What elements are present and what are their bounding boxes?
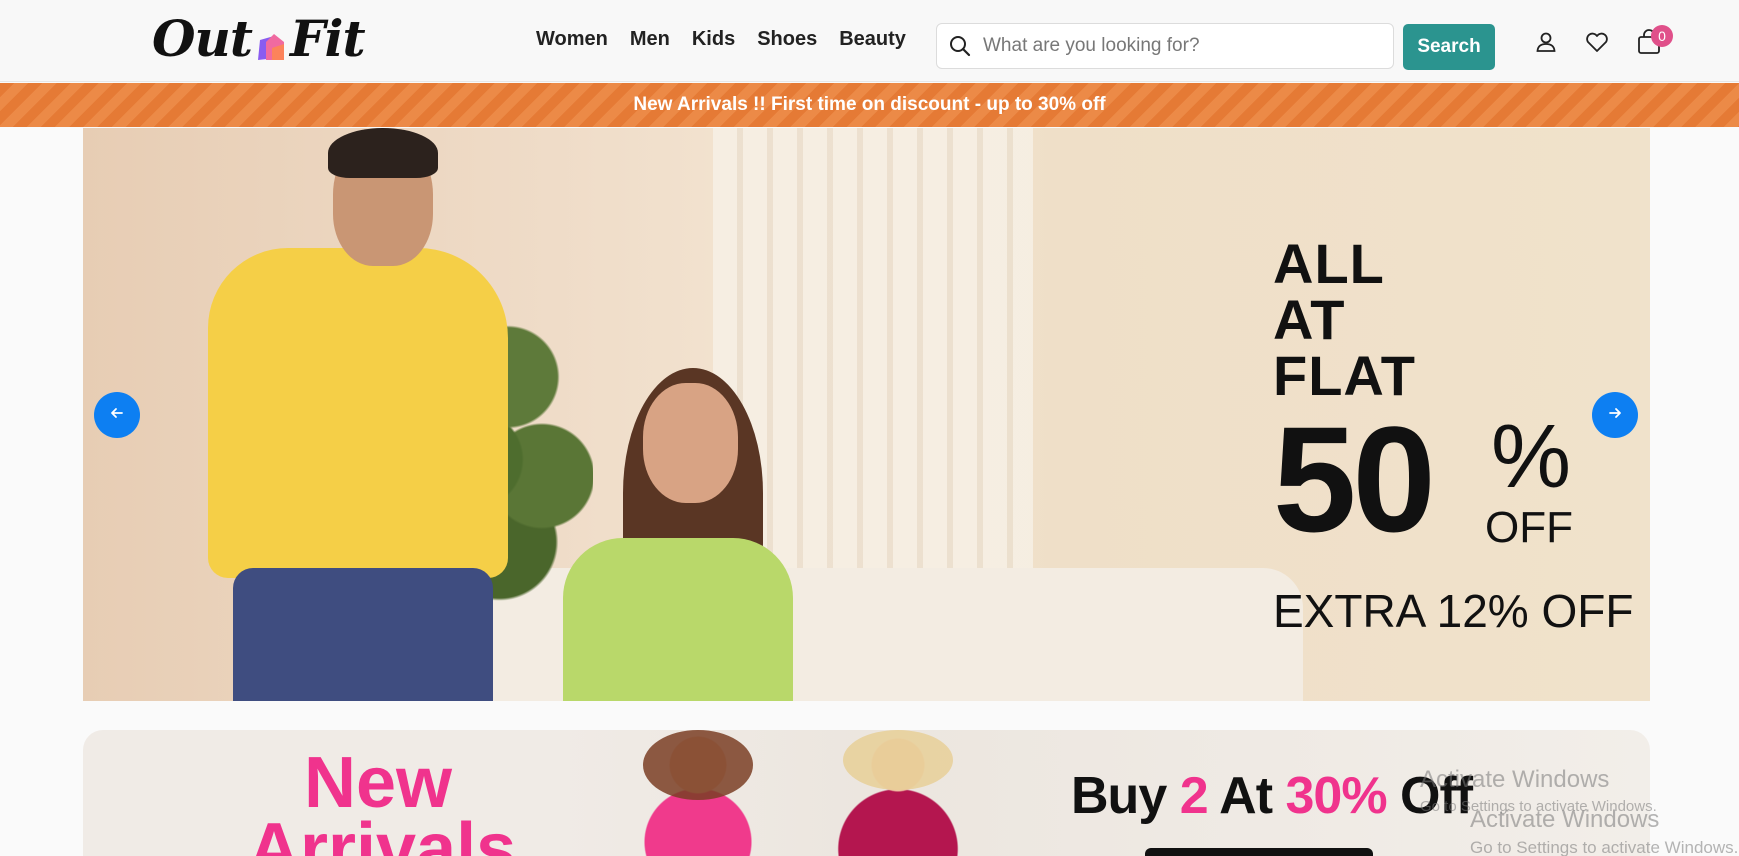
user-icon[interactable] [1532, 28, 1560, 56]
banner-cta-button[interactable] [1145, 848, 1373, 856]
hero-model-man-legs [233, 568, 493, 701]
offer-word-at: At [1219, 767, 1273, 825]
hero-extra-offer: EXTRA 12% OFF [1273, 585, 1634, 637]
nav-kids[interactable]: Kids [692, 28, 735, 51]
banner-model-2-hair [843, 730, 953, 790]
offer-word-off: Off [1400, 767, 1473, 825]
hero-carousel-slide[interactable]: ALL AT FLAT 50 % OFF EXTRA 12% OFF [83, 128, 1650, 701]
logo[interactable]: Out Fit [152, 8, 366, 68]
buy-two-offer: Buy 2 At 30% Off [1071, 766, 1473, 826]
nav-shoes[interactable]: Shoes [757, 28, 817, 51]
search-button[interactable]: Search [1403, 24, 1495, 70]
hero-offer-text: ALL AT FLAT 50 % OFF EXTRA 12% OFF [1273, 232, 1633, 635]
hero-percent-sign: % [1491, 407, 1572, 507]
nav-beauty[interactable]: Beauty [839, 28, 906, 51]
search-icon [937, 23, 983, 69]
offer-word-2: 2 [1179, 767, 1209, 825]
hero-model-man-hair [328, 128, 438, 178]
nav-women[interactable]: Women [536, 28, 608, 51]
hero-line-at: AT [1273, 288, 1346, 351]
hero-line-all: ALL [1273, 232, 1385, 295]
promo-text: New Arrivals !! First time on discount -… [633, 94, 1106, 115]
new-arrivals-banner[interactable]: New Arrivals Buy 2 At 30% Off [83, 730, 1650, 856]
logo-text-right: Fit [290, 8, 366, 68]
arrow-right-icon [1607, 405, 1623, 426]
promo-banner: New Arrivals !! First time on discount -… [0, 83, 1739, 127]
hero-model-woman-head [643, 383, 738, 503]
carousel-next-button[interactable] [1592, 392, 1638, 438]
cart-count-badge: 0 [1651, 25, 1673, 47]
hero-model-man [208, 248, 508, 578]
heart-icon[interactable] [1583, 28, 1611, 56]
nav-men[interactable]: Men [630, 28, 670, 51]
banner-model-1-hair [643, 730, 753, 800]
new-arrivals-heading: New Arrivals [248, 743, 517, 856]
site-header: Out Fit Women Men Kids Shoes Beauty Sear… [0, 0, 1739, 82]
carousel-prev-button[interactable] [94, 392, 140, 438]
search-box [936, 23, 1394, 69]
logo-mark-icon [254, 17, 288, 60]
hero-model-woman [563, 538, 793, 701]
hero-off-label: OFF [1485, 503, 1573, 552]
offer-word-percent: 30% [1285, 767, 1387, 825]
main-nav: Women Men Kids Shoes Beauty [536, 28, 906, 51]
logo-text-left: Out [152, 8, 253, 68]
offer-word-buy: Buy [1071, 767, 1167, 825]
hero-discount-number: 50 [1273, 395, 1436, 563]
arrow-left-icon [109, 405, 125, 426]
search-input[interactable] [983, 35, 1393, 57]
